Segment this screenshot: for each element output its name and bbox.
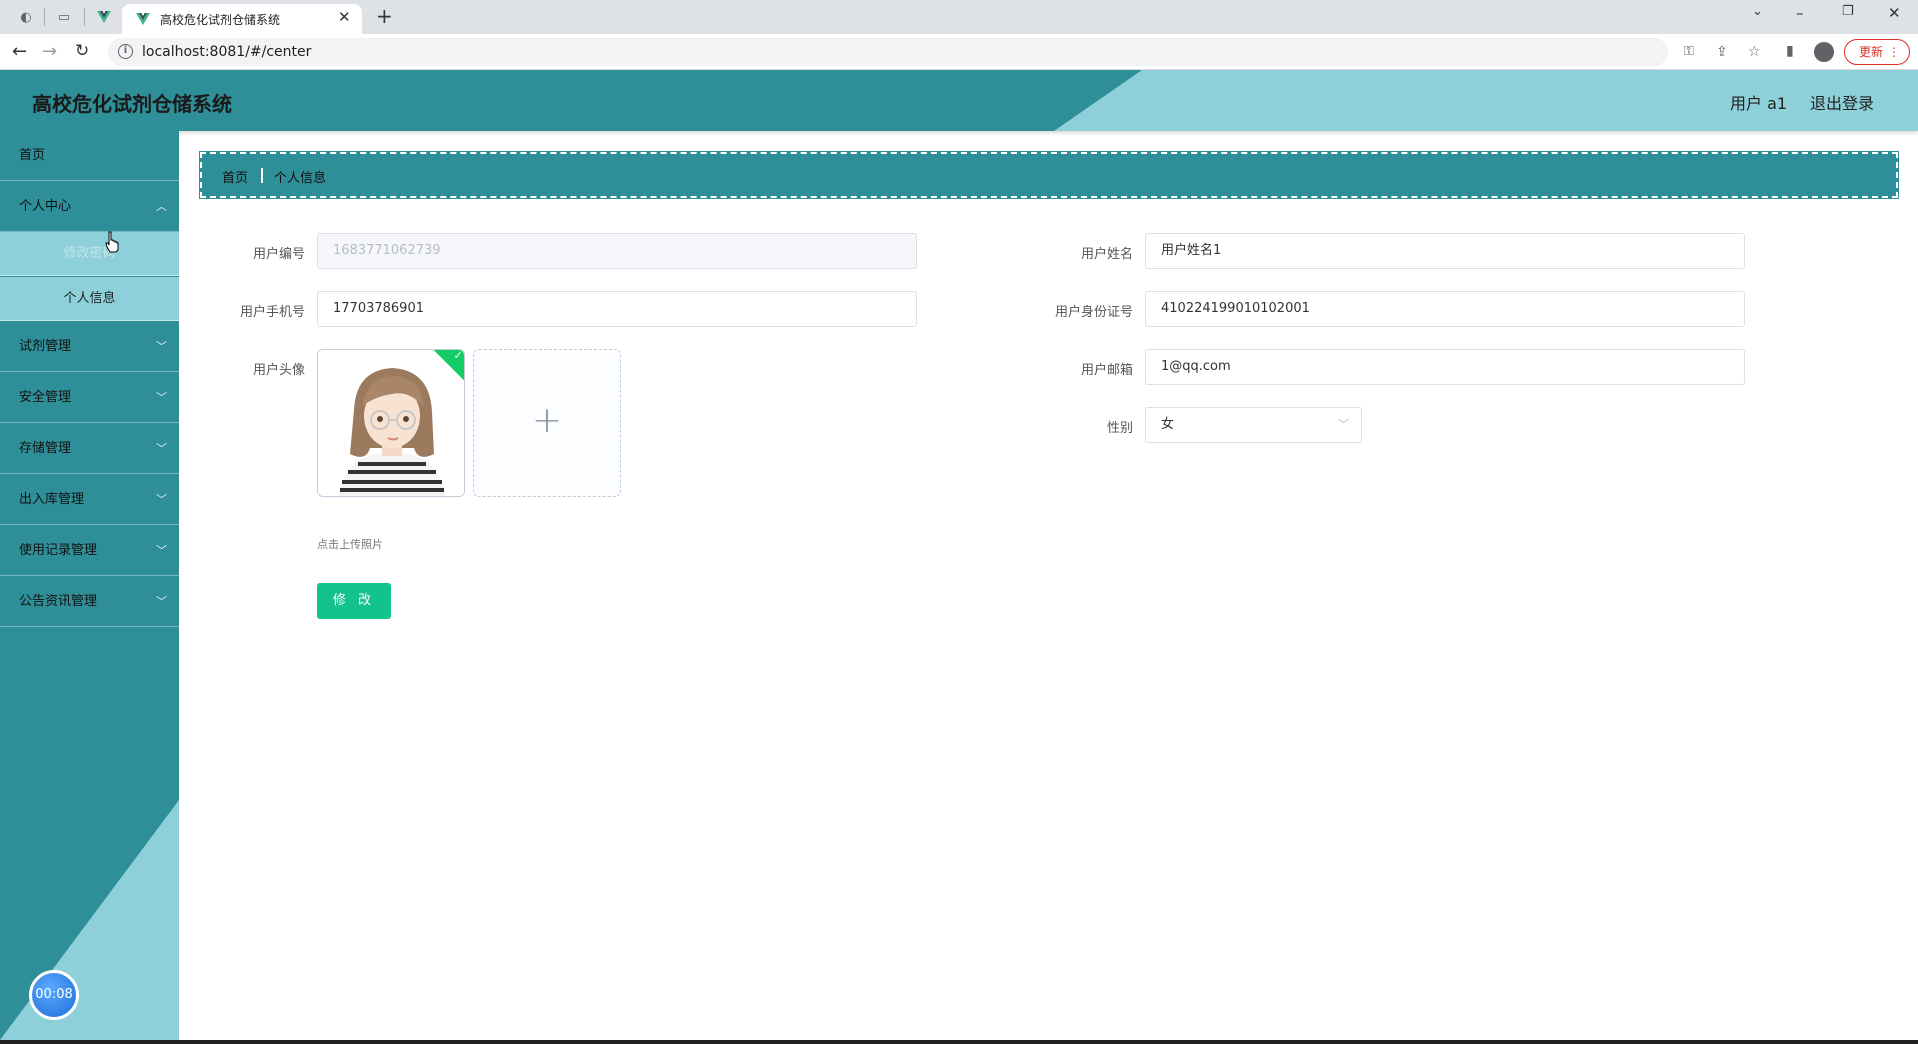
phone-label: 用户手机号 — [239, 305, 305, 320]
hand-cursor-icon — [105, 231, 119, 253]
avatar-upload-button[interactable]: + — [473, 349, 621, 497]
window-minimize-icon[interactable]: – — [1796, 4, 1804, 22]
taskbar-edge — [0, 1040, 1918, 1044]
tab-title: 高校危化试剂仓储系统 — [160, 13, 281, 27]
active-browser-tab[interactable]: 高校危化试剂仓储系统 ✕ — [122, 4, 362, 34]
reload-icon[interactable]: ↻ — [75, 41, 89, 61]
submit-label: 修 改 — [332, 593, 376, 608]
user-name-input[interactable]: 用户姓名1 — [1145, 233, 1745, 269]
new-tab-plus-icon[interactable]: + — [376, 4, 393, 28]
upload-tip: 点击上传照片 — [317, 538, 383, 551]
user-id-input: 1683771062739 — [317, 233, 917, 269]
submit-button[interactable]: 修 改 — [317, 583, 391, 619]
chevron-down-icon: ﹀ — [156, 391, 167, 404]
sidebar-item-label: 个人中心 — [19, 199, 72, 214]
chevron-down-icon: ﹀ — [156, 544, 167, 557]
back-arrow-icon[interactable]: ← — [12, 41, 27, 62]
window-restore-icon[interactable]: ❐ — [1842, 4, 1854, 19]
tab-favicon-blank-icon[interactable]: ▭ — [56, 9, 72, 25]
more-menu-icon: ⋮ — [1888, 45, 1900, 59]
sidebar-item-reagent[interactable]: 试剂管理 ﹀ — [0, 322, 179, 372]
timer-label: 00:08 — [35, 987, 73, 1002]
chevron-up-icon: ︿ — [156, 200, 167, 213]
sidebar-item-notice[interactable]: 公告资讯管理 ﹀ — [0, 577, 179, 627]
window-close-icon[interactable]: ✕ — [1888, 4, 1901, 22]
sidebar-item-usage[interactable]: 使用记录管理 ﹀ — [0, 526, 179, 576]
email-label: 用户邮箱 — [1080, 363, 1133, 378]
id-card-label: 用户身份证号 — [1054, 305, 1133, 320]
header-decor-shape — [1054, 70, 1918, 131]
id-card-value: 410224199010102001 — [1161, 301, 1310, 316]
user-name-label: 用户姓名 — [1080, 247, 1133, 262]
email-input[interactable]: 1@qq.com — [1145, 349, 1745, 385]
share-icon[interactable]: ⇪ — [1716, 44, 1728, 60]
sidebar-item-inout[interactable]: 出入库管理 ﹀ — [0, 475, 179, 525]
address-bar[interactable]: i localhost:8081/#/center ⚿ ⇪ ☆ — [108, 38, 1761, 66]
chevron-down-icon: ﹀ — [156, 493, 167, 506]
vue-logo-icon — [136, 13, 150, 25]
avatar-label: 用户头像 — [252, 363, 305, 378]
tab-close-icon[interactable]: ✕ — [338, 8, 351, 26]
phone-value: 17703786901 — [333, 301, 424, 316]
chevron-down-icon: ﹀ — [156, 595, 167, 608]
sidebar-item-label: 存储管理 — [19, 441, 72, 456]
breadcrumb-divider — [261, 168, 263, 183]
side-panel-icon[interactable]: ▮ — [1786, 43, 1794, 59]
sidebar-subitem-label: 个人信息 — [63, 291, 116, 306]
app-header: 高校危化试剂仓储系统 用户 a1 退出登录 — [0, 70, 1918, 131]
id-card-input[interactable]: 410224199010102001 — [1145, 291, 1745, 327]
sidebar-item-label: 公告资讯管理 — [19, 594, 98, 609]
tab-divider — [84, 8, 85, 26]
update-label: 更新 — [1859, 45, 1884, 59]
chevron-down-icon: ﹀ — [156, 442, 167, 455]
sidebar-item-label: 首页 — [19, 148, 46, 163]
chevron-down-icon: ﹀ — [1338, 418, 1349, 431]
gender-value: 女 — [1161, 417, 1175, 432]
browser-toolbar: ← → ↻ i localhost:8081/#/center ⚿ ⇪ ☆ ▮ … — [0, 34, 1918, 70]
sidebar-subitem-personal-info[interactable]: 个人信息 — [0, 277, 179, 321]
key-icon[interactable]: ⚿ — [1684, 44, 1694, 59]
tab-search-chevron-icon[interactable]: ⌄ — [1752, 4, 1763, 19]
phone-input[interactable]: 17703786901 — [317, 291, 917, 327]
user-id-label: 用户编号 — [252, 247, 305, 262]
avatar-preview[interactable]: ✓ — [317, 349, 465, 497]
profile-avatar-icon[interactable] — [1814, 42, 1834, 62]
app-title: 高校危化试剂仓储系统 — [32, 92, 232, 116]
sidebar-item-label: 出入库管理 — [19, 492, 85, 507]
bookmark-star-icon[interactable]: ☆ — [1748, 44, 1761, 60]
tab-favicon-globe-icon[interactable]: ◐ — [18, 9, 34, 25]
forward-arrow-icon[interactable]: → — [42, 41, 57, 62]
user-id-value: 1683771062739 — [333, 243, 441, 258]
breadcrumb-current: 个人信息 — [274, 171, 327, 186]
logout-link[interactable]: 退出登录 — [1810, 90, 1874, 114]
url-text[interactable]: localhost:8081/#/center — [142, 44, 311, 60]
sidebar-item-home[interactable]: 首页 — [0, 131, 179, 181]
browser-tab-strip: ◐ ▭ 高校危化试剂仓储系统 ✕ + ⌄ – ❐ ✕ — [0, 0, 1918, 34]
gender-select[interactable]: 女 ﹀ — [1145, 407, 1362, 443]
gender-label: 性别 — [1106, 421, 1133, 436]
email-value: 1@qq.com — [1161, 359, 1231, 374]
avatar-image — [318, 350, 464, 496]
current-user: 用户 a1 — [1730, 94, 1788, 113]
sidebar-item-personal-center[interactable]: 个人中心 ︿ — [0, 182, 179, 232]
sidebar-item-label: 使用记录管理 — [19, 543, 98, 558]
plus-icon: + — [531, 400, 563, 441]
tab-divider — [44, 8, 45, 26]
sidebar-item-label: 安全管理 — [19, 390, 72, 405]
sidebar-decor-shape — [0, 800, 179, 1040]
recording-timer[interactable]: 00:08 — [29, 970, 79, 1020]
site-info-icon[interactable]: i — [118, 44, 133, 59]
sidebar-subitem-change-password[interactable]: 修改密码 — [0, 232, 179, 276]
chevron-down-icon: ﹀ — [156, 340, 167, 353]
update-button[interactable]: 更新 ⋮ — [1844, 39, 1910, 65]
breadcrumb-home[interactable]: 首页 — [222, 167, 248, 186]
sidebar-item-storage[interactable]: 存储管理 ﹀ — [0, 424, 179, 474]
tab-favicon-vue-icon[interactable] — [96, 9, 112, 25]
sidebar-item-label: 试剂管理 — [19, 339, 72, 354]
breadcrumb: 首页 个人信息 — [199, 151, 1899, 199]
sidebar: 首页 个人中心 ︿ 修改密码 个人信息 试剂管理 ﹀ 安全管理 ﹀ 存储管理 ﹀… — [0, 131, 179, 1040]
sidebar-item-safety[interactable]: 安全管理 ﹀ — [0, 373, 179, 423]
user-name-value: 用户姓名1 — [1161, 243, 1222, 258]
